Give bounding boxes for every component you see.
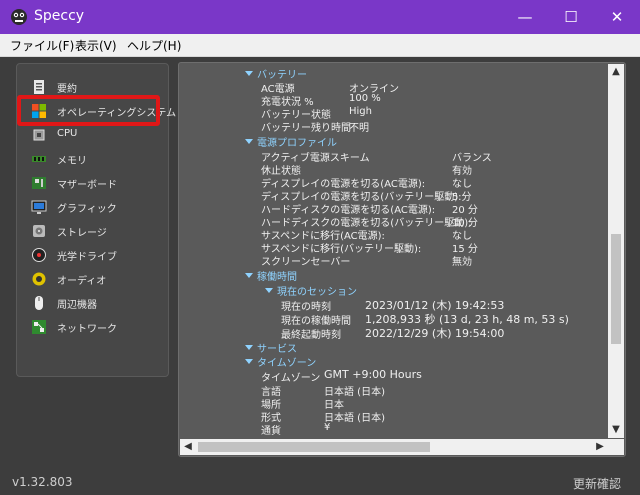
uptime-current-time-label: 現在の時刻 <box>281 302 331 313</box>
check-update-link[interactable]: 更新確認 <box>573 475 621 492</box>
motherboard-icon <box>32 177 46 189</box>
scroll-left-icon[interactable]: ◀ <box>180 439 196 455</box>
sidebar-item-label: ストレージ <box>57 228 107 239</box>
timezone-value: GMT +9:00 Hours <box>324 368 422 381</box>
section-current-session: 現在のセッション <box>277 287 357 298</box>
uptime-duration-label: 現在の稼働時間 <box>281 316 351 327</box>
menu-help[interactable]: ヘルプ(H) <box>127 37 181 54</box>
speccy-window: Speccy — ☐ ✕ ファイル(F) 表示(V) ヘルプ(H) 要約 オペレ… <box>0 0 640 495</box>
scroll-up-icon[interactable]: ▲ <box>608 64 624 80</box>
timezone-label: タイムゾーン <box>261 373 321 384</box>
collapse-triangle-icon[interactable] <box>245 139 253 144</box>
uptime-last-boot-value: 2022/12/29 (木) 19:54:00 <box>365 327 505 340</box>
power-screensaver-label: スクリーンセーバー <box>261 257 351 268</box>
close-button[interactable]: ✕ <box>594 0 640 34</box>
menu-bar: ファイル(F) 表示(V) ヘルプ(H) <box>0 34 640 57</box>
title-bar: Speccy — ☐ ✕ <box>0 0 640 34</box>
storage-icon <box>33 225 45 237</box>
network-icon <box>32 320 46 334</box>
window-title: Speccy <box>34 8 85 24</box>
maximize-button[interactable]: ☐ <box>548 0 594 34</box>
vertical-scroll-thumb[interactable] <box>611 234 621 344</box>
section-power-profile: 電源プロファイル <box>257 138 337 149</box>
graphics-icon <box>31 200 47 214</box>
scrollbar-corner <box>608 439 624 455</box>
sidebar-item-label: オーディオ <box>57 276 107 287</box>
section-services: サービス <box>257 344 297 355</box>
sidebar-item-label: ネットワーク <box>57 324 117 335</box>
selection-highlight-box <box>17 95 160 126</box>
minimize-button[interactable]: — <box>502 0 548 34</box>
collapse-triangle-icon[interactable] <box>245 273 253 278</box>
horizontal-scroll-thumb[interactable] <box>198 442 430 452</box>
scroll-right-icon[interactable]: ▶ <box>592 439 608 455</box>
sidebar-item-label: CPU <box>57 128 78 139</box>
currency-label: 通貨 <box>261 426 281 437</box>
sidebar-item-label: 要約 <box>57 84 77 95</box>
battery-remaining-label: バッテリー残り時間 <box>261 123 351 134</box>
details-content: バッテリー AC電源 オンライン 充電状況 % 100 % バッテリー状態 Hi… <box>179 63 609 437</box>
scroll-down-icon[interactable]: ▼ <box>608 422 624 438</box>
menu-file[interactable]: ファイル(F) <box>10 37 74 54</box>
details-panel: バッテリー AC電源 オンライン 充電状況 % 100 % バッテリー状態 Hi… <box>178 62 626 457</box>
horizontal-scrollbar[interactable]: ◀ ▶ <box>180 439 608 455</box>
optical-drive-icon <box>32 248 46 262</box>
currency-value: ¥ <box>324 422 331 433</box>
version-text: v1.32.803 <box>12 475 73 489</box>
power-screensaver-value: 無効 <box>452 257 472 268</box>
collapse-triangle-icon[interactable] <box>245 359 253 364</box>
collapse-triangle-icon[interactable] <box>245 71 253 76</box>
summary-icon <box>34 80 44 94</box>
cpu-icon <box>33 129 45 141</box>
section-uptime: 稼働時間 <box>257 272 297 283</box>
vertical-scrollbar[interactable]: ▲ ▼ <box>608 64 624 438</box>
sidebar-item-label: 光学ドライブ <box>57 252 117 263</box>
speccy-logo-icon <box>11 9 27 25</box>
battery-charge-value: 100 % <box>349 93 381 104</box>
collapse-triangle-icon[interactable] <box>265 288 273 293</box>
sidebar-item-label: メモリ <box>57 156 87 167</box>
sidebar-item-label: 周辺機器 <box>57 300 97 311</box>
sidebar-item-label: グラフィック <box>57 204 117 215</box>
section-timezone: タイムゾーン <box>257 358 317 369</box>
menu-view[interactable]: 表示(V) <box>75 37 117 54</box>
format-value: 日本語 (日本) <box>324 413 385 424</box>
peripherals-icon <box>35 296 43 310</box>
audio-icon <box>32 272 46 286</box>
status-bar: v1.32.803 更新確認 <box>0 466 640 495</box>
battery-remaining-value: 不明 <box>349 123 369 134</box>
section-battery: バッテリー <box>257 70 307 81</box>
uptime-last-boot-label: 最終起動時刻 <box>281 330 341 341</box>
battery-status-value: High <box>349 106 372 117</box>
memory-icon <box>32 156 46 162</box>
sidebar-item-label: マザーボード <box>57 180 117 191</box>
collapse-triangle-icon[interactable] <box>245 345 253 350</box>
